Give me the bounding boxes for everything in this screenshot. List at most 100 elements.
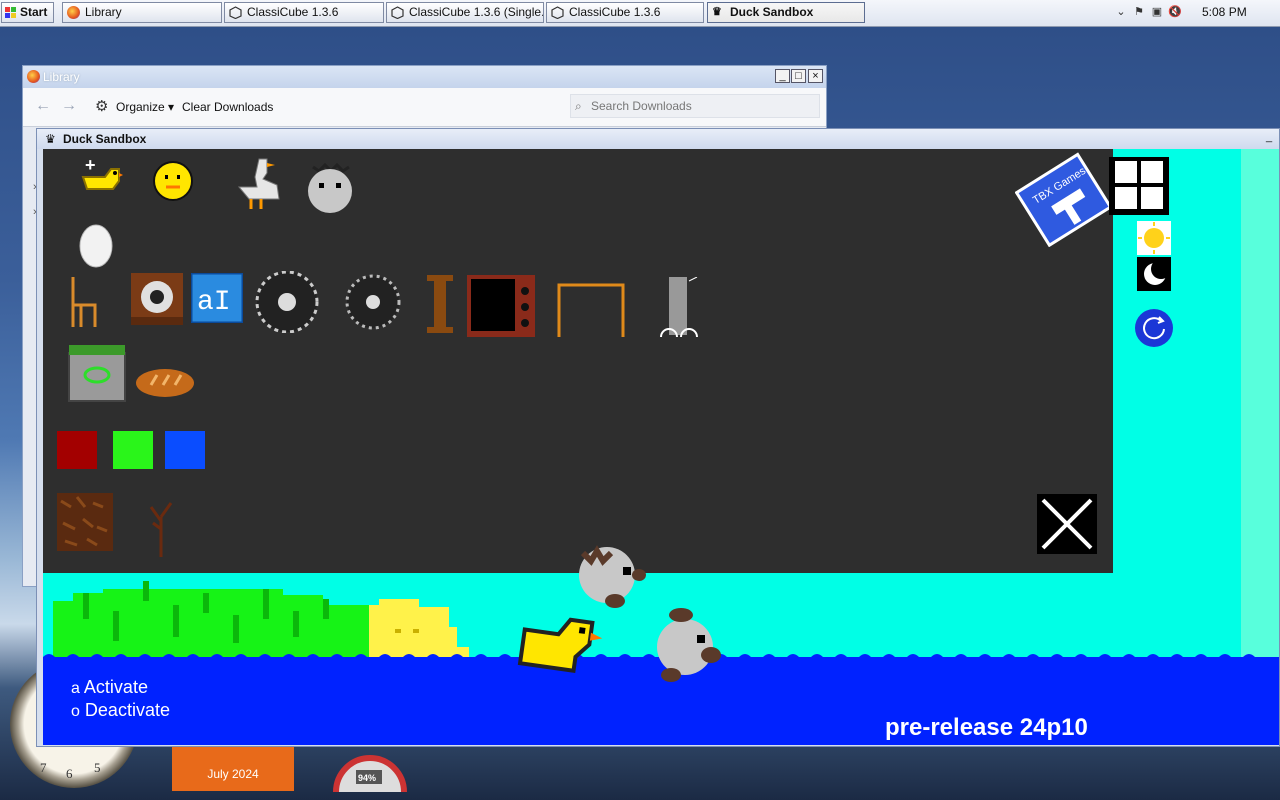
moon-icon (1144, 259, 1171, 285)
calendar-month: July 2024 (207, 767, 259, 781)
pillar-icon[interactable] (425, 275, 455, 338)
taskbar-button-label: ClassiCube 1.3.6 (247, 5, 339, 19)
maximize-button[interactable]: □ (791, 69, 806, 83)
bread-icon[interactable] (135, 363, 195, 402)
game-canvas[interactable]: + aI TBX Games a Activate o Deactivate p… (43, 149, 1279, 745)
library-toolbar: ← → ⚙ Organize ▾ Clear Downloads ⌕ Searc… (23, 88, 826, 127)
search-icon: ⌕ (575, 99, 582, 113)
hint-key: a (71, 680, 80, 697)
tv-icon[interactable] (467, 275, 535, 342)
crown-icon: ♛ (712, 6, 722, 18)
taskbar: Start Library ClassiCube 1.3.6 ClassiCub… (0, 0, 1280, 27)
hint-activate: a Activate (71, 677, 148, 698)
cube-icon (391, 6, 404, 20)
back-arrow-icon[interactable]: ← (35, 97, 51, 115)
clear-downloads-button[interactable]: Clear Downloads (182, 100, 273, 114)
flag-icon[interactable]: ⚑ (1132, 5, 1146, 19)
close-icon (1041, 498, 1093, 550)
display-icon[interactable]: ▣ (1150, 5, 1164, 19)
windows-logo-icon (5, 6, 17, 18)
firefox-icon (27, 70, 40, 83)
duck-creature[interactable] (513, 605, 613, 690)
clock[interactable]: 5:08 PM (1202, 2, 1247, 23)
taskbar-button-library[interactable]: Library (62, 2, 222, 23)
ai-block-icon[interactable]: aI (189, 271, 245, 328)
refresh-icon (1143, 316, 1165, 340)
svg-text:6: 6 (66, 766, 73, 781)
volume-muted-icon[interactable]: 🔇 (1168, 5, 1182, 19)
gauge-value: 94% (358, 773, 376, 783)
cube-icon (551, 6, 564, 20)
red-swatch[interactable] (57, 431, 97, 469)
hint-label: Deactivate (84, 700, 170, 720)
owl-icon[interactable] (305, 157, 355, 220)
night-mode-button[interactable] (1137, 257, 1171, 291)
calendar-gadget[interactable]: July 2024 (172, 745, 294, 791)
taskbar-button-classicube[interactable]: ClassiCube 1.3.6 (224, 2, 384, 23)
blue-swatch[interactable] (165, 431, 205, 469)
organize-menu[interactable]: Organize ▾ (116, 100, 174, 114)
search-downloads-input[interactable]: ⌕ Search Downloads (570, 94, 820, 118)
taskbar-button-label: Duck Sandbox (730, 5, 814, 19)
duck-sandbox-title-bar[interactable]: ♛ Duck Sandbox _ (37, 129, 1279, 149)
chick-icon[interactable] (151, 159, 195, 208)
spawn-palette-panel (43, 149, 1113, 573)
start-button[interactable]: Start (1, 2, 54, 23)
grid-icon (1115, 161, 1163, 209)
tbx-games-logo[interactable]: TBX Games (1014, 151, 1113, 248)
library-title: Library (43, 70, 80, 84)
search-placeholder: Search Downloads (591, 99, 692, 113)
svg-text:5: 5 (94, 760, 101, 775)
guitar-icon[interactable] (655, 276, 703, 344)
svg-text:+: + (85, 155, 96, 175)
minimize-button[interactable]: _ (1263, 132, 1275, 144)
sapling-icon[interactable] (145, 499, 177, 562)
taskbar-button-classicube-2[interactable]: ClassiCube 1.3.6 (546, 2, 704, 23)
taskbar-button-label: Library (85, 5, 122, 19)
svg-text:aI: aI (197, 287, 231, 318)
start-label: Start (20, 5, 48, 19)
taskbar-button-label: ClassiCube 1.3.6 (569, 5, 661, 19)
trash-bin-icon[interactable] (67, 345, 127, 408)
egg-icon[interactable] (79, 223, 113, 274)
owl-creature[interactable] (651, 605, 727, 690)
hint-key: o (71, 703, 80, 720)
gear-icon: ⚙ (95, 98, 109, 115)
cpu-gauge-gadget[interactable]: 94% (332, 742, 408, 793)
close-button[interactable]: × (808, 69, 823, 83)
table-icon[interactable] (555, 281, 627, 344)
minimize-button[interactable]: _ (775, 69, 790, 83)
chevron-down-icon[interactable]: ⌄ (1114, 5, 1128, 19)
duck-sandbox-window: ♛ Duck Sandbox _ + aI TBX Games a Activa… (36, 128, 1280, 747)
forward-arrow-icon[interactable]: → (61, 97, 77, 115)
taskbar-button-classicube-single[interactable]: ClassiCube 1.3.6 (Single... (386, 2, 544, 23)
taskbar-button-duck-sandbox[interactable]: ♛ Duck Sandbox (707, 2, 865, 23)
hint-label: Activate (83, 677, 148, 697)
chair-icon[interactable] (67, 275, 101, 338)
reset-button[interactable] (1135, 309, 1173, 347)
right-boundary-strip (1241, 149, 1279, 659)
svg-text:7: 7 (40, 760, 47, 775)
add-duck-icon[interactable]: + (77, 155, 123, 206)
taskbar-button-label: ClassiCube 1.3.6 (Single... (409, 5, 544, 19)
speaker-icon[interactable] (131, 273, 183, 330)
goose-icon[interactable] (231, 155, 283, 218)
cube-icon (229, 6, 242, 20)
library-title-bar[interactable]: Library _ □ × (23, 66, 826, 88)
crown-icon: ♛ (45, 132, 56, 146)
system-tray: ⌄ ⚑ ▣ 🔇 5:08 PM (1108, 2, 1280, 23)
sun-icon (1138, 222, 1170, 254)
firefox-icon (67, 6, 80, 19)
windowed-mode-button[interactable] (1109, 157, 1169, 215)
day-mode-button[interactable] (1137, 221, 1171, 255)
dirt-block-icon[interactable] (57, 493, 113, 556)
close-palette-button[interactable] (1037, 494, 1097, 554)
version-label: pre-release 24p10 (885, 714, 1088, 741)
organize-label: Organize (116, 100, 165, 114)
grass-island (53, 581, 373, 659)
saw-blade-small-icon[interactable] (343, 273, 403, 336)
green-swatch[interactable] (113, 431, 153, 469)
hint-deactivate: o Deactivate (71, 700, 170, 721)
duck-sandbox-title: Duck Sandbox (63, 132, 147, 146)
saw-blade-large-icon[interactable] (251, 270, 323, 338)
